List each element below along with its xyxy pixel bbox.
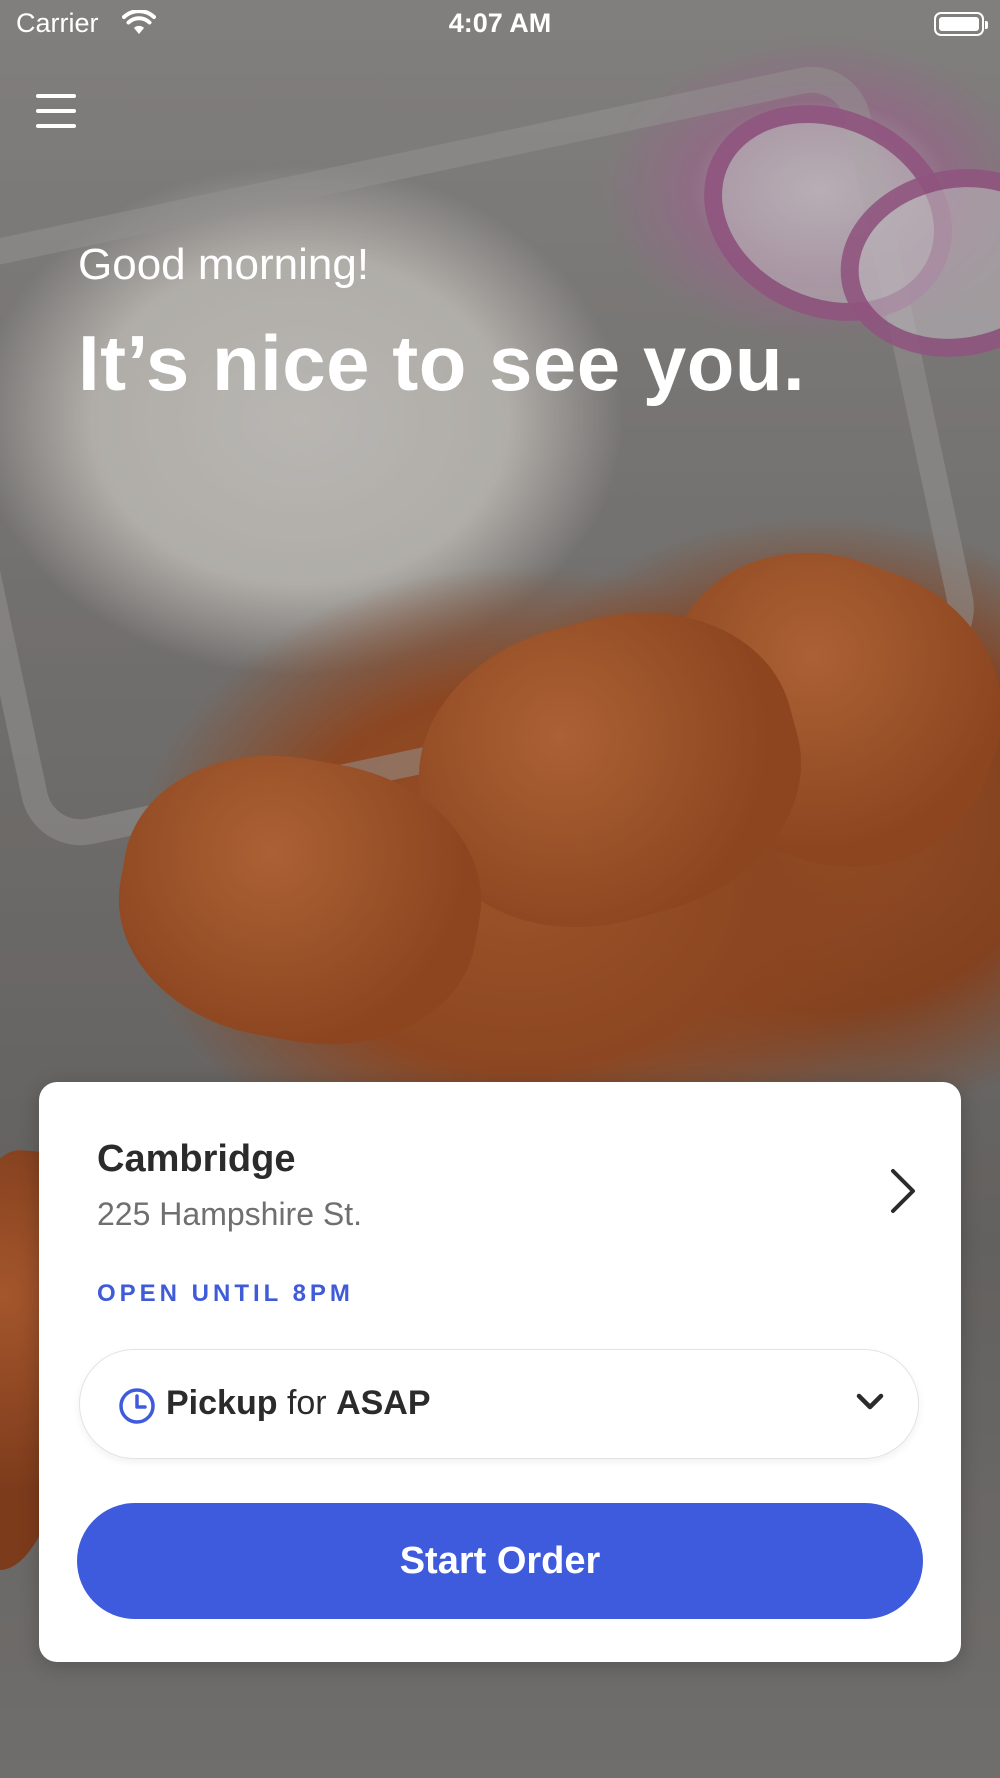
location-selector[interactable]: Cambridge 225 Hampshire St.	[97, 1138, 917, 1248]
status-time: 4:07 AM	[448, 8, 552, 38]
home-screen: Carrier 4:07 AM Good morning! It’s nice …	[0, 0, 1000, 1778]
chevron-right-icon	[889, 1168, 917, 1219]
order-mode: Pickup	[166, 1384, 278, 1422]
chevron-down-icon	[856, 1392, 884, 1417]
pickup-time-selector[interactable]: Pickup for ASAP	[79, 1349, 919, 1459]
hours-status: OPEN UNTIL 8PM	[97, 1280, 354, 1307]
location-name: Cambridge	[97, 1138, 296, 1180]
location-address: 225 Hampshire St.	[97, 1196, 363, 1232]
greeting-text: Good morning!	[78, 240, 370, 289]
status-bar: Carrier 4:07 AM	[0, 0, 1000, 50]
start-order-button[interactable]: Start Order	[77, 1503, 923, 1619]
pickup-label: Pickup for ASAP	[166, 1384, 431, 1423]
order-time: ASAP	[336, 1384, 431, 1422]
order-connector: for	[286, 1384, 327, 1422]
battery-icon	[934, 12, 988, 36]
welcome-headline: It’s nice to see you.	[78, 319, 806, 407]
hamburger-menu-icon[interactable]	[36, 92, 80, 132]
location-card: Cambridge 225 Hampshire St. OPEN UNTIL 8…	[39, 1082, 961, 1662]
clock-icon	[118, 1387, 156, 1430]
